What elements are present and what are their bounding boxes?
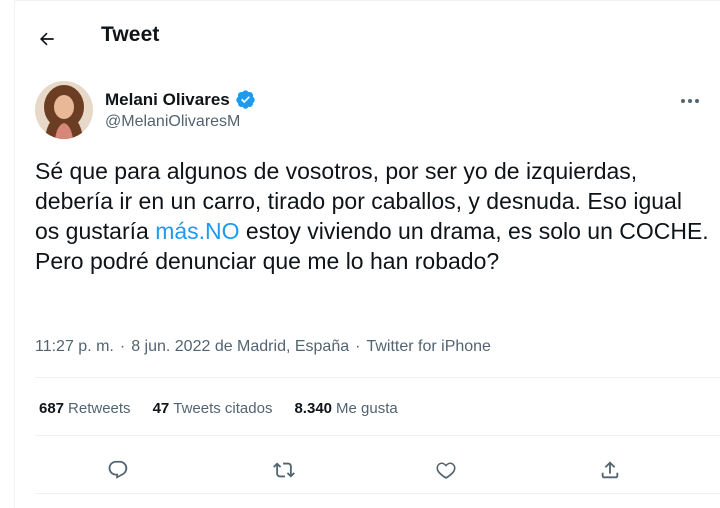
like-button[interactable]: [429, 453, 463, 487]
share-icon: [601, 461, 619, 479]
share-button[interactable]: [593, 453, 627, 487]
divider: [35, 377, 720, 378]
more-options-button[interactable]: [676, 91, 704, 111]
back-button[interactable]: [31, 23, 63, 55]
author-name[interactable]: Melani Olivares: [105, 89, 256, 110]
retweets-label: Retweets: [68, 400, 131, 417]
meta-separator: ·: [119, 338, 126, 355]
avatar[interactable]: [35, 81, 93, 139]
hashtag-link[interactable]: más.NO: [155, 218, 239, 244]
quotes-count: 47: [152, 400, 170, 417]
retweets-stat[interactable]: 687 Retweets: [39, 400, 131, 417]
reply-icon: [108, 460, 128, 479]
like-icon: [436, 462, 456, 479]
author-name-text: Melani Olivares: [105, 89, 230, 109]
quotes-stat[interactable]: 47 Tweets citados: [153, 400, 273, 417]
more-dot: [688, 99, 692, 103]
more-dot: [681, 99, 685, 103]
tweet-stats: 687 Retweets 47 Tweets citados 8.340 Me gus…: [39, 400, 398, 417]
header: Tweet: [15, 13, 720, 63]
author-block: Melani Olivares @MelaniOlivaresM: [15, 81, 720, 141]
page-title: Tweet: [101, 23, 160, 46]
retweet-button[interactable]: [267, 453, 301, 487]
likes-count: 8.340: [294, 400, 333, 417]
arrow-left-icon: [39, 32, 54, 46]
retweets-count: 687: [39, 400, 65, 417]
quotes-label: Tweets citados: [173, 400, 273, 417]
likes-label: Me gusta: [336, 400, 398, 417]
meta-separator: ·: [355, 338, 361, 355]
reply-button[interactable]: [101, 453, 135, 487]
verified-badge-icon: [236, 90, 255, 109]
tweet-actions: [15, 449, 720, 489]
tweet-time[interactable]: 11:27 p. m.: [35, 338, 114, 356]
tweet-panel: Tweet Melani Olivares @MelaniOlivaresM S…: [14, 0, 720, 508]
tweet-text: Sé que para algunos de vosotros, por ser…: [35, 156, 711, 276]
tweet-date-location[interactable]: 8 jun. 2022 de Madrid, España: [131, 338, 349, 356]
tweet-source[interactable]: Twitter for iPhone: [366, 338, 491, 356]
author-handle[interactable]: @MelaniOlivaresM: [105, 113, 240, 131]
divider: [35, 435, 720, 436]
more-dot: [695, 99, 699, 103]
likes-stat[interactable]: 8.340 Me gusta: [294, 400, 397, 417]
divider: [35, 493, 720, 494]
retweet-icon: [273, 462, 295, 478]
tweet-meta: 11:27 p. m. · 8 jun. 2022 de Madrid, Esp…: [35, 338, 491, 356]
